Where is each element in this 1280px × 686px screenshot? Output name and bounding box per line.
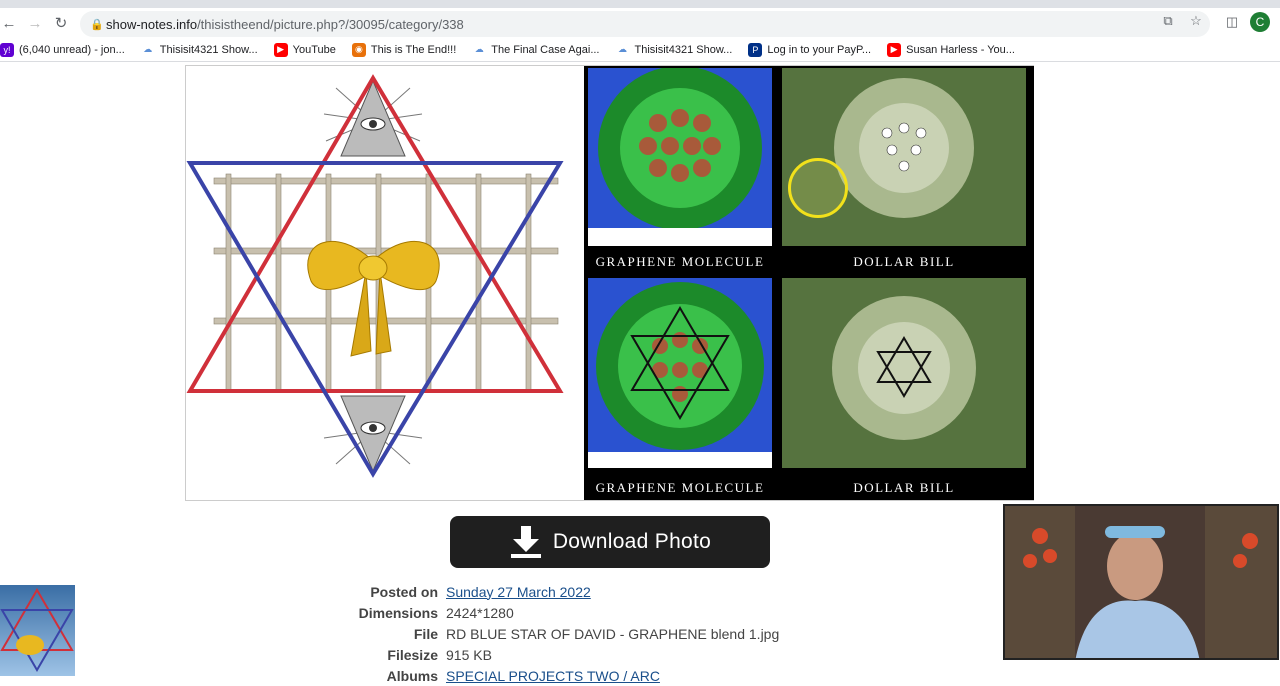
star-of-david-image: [186, 66, 582, 500]
toolbar: ← → ↻ 🔒 show-notes.info/thisistheend/pic…: [0, 8, 1280, 38]
side-panel-icon[interactable]: ◫: [1222, 12, 1242, 32]
photo-metadata: Posted on Sunday 27 March 2022 Dimension…: [300, 581, 780, 686]
bookmark-item[interactable]: y! (6,040 unread) - jon...: [0, 42, 125, 57]
lock-icon: 🔒: [90, 18, 104, 31]
url-domain: show-notes.info: [106, 16, 198, 32]
bookmark-item[interactable]: ☁ Thisisit4321 Show...: [141, 43, 258, 57]
sunburst-top-icon: [323, 76, 423, 157]
download-photo-label: Download Photo: [552, 530, 712, 553]
caption-top-left: GRAPHENE MOLECULE: [595, 254, 765, 269]
webcam-overlay: [1003, 504, 1279, 660]
bookmark-label: Log in to your PayP...: [767, 43, 872, 56]
paypal-icon: P: [748, 42, 763, 57]
meta-label: File: [413, 625, 438, 642]
meta-label: Filesize: [387, 646, 438, 663]
forward-icon[interactable]: →: [22, 10, 48, 36]
bookmarks-bar: y! (6,040 unread) - jon... ☁ Thisisit4321 S…: [0, 38, 1280, 62]
posted-date-link[interactable]: Sunday 27 March 2022: [446, 584, 591, 600]
meta-posted-row: Posted on Sunday 27 March 2022: [300, 581, 779, 602]
share-icon[interactable]: ⧉: [1158, 11, 1178, 31]
download-icon: [510, 526, 541, 558]
address-bar[interactable]: 🔒 show-notes.info/thisistheend/picture.p…: [80, 11, 1210, 37]
meta-file-row: File RD BLUE STAR OF DAVID - GRAPHENE bl…: [300, 623, 779, 644]
sunburst-bottom-icon: [323, 395, 423, 476]
download-photo-button[interactable]: Download Photo: [450, 516, 770, 568]
cloud-icon: ☁: [143, 44, 153, 54]
meta-value: RD BLUE STAR OF DAVID - GRAPHENE blend 1…: [446, 625, 780, 642]
tab-strip: [0, 0, 1280, 8]
crucifix-grid: [213, 173, 559, 391]
bookmark-label: Thisisit4321 Show...: [634, 43, 733, 56]
meta-label: Dimensions: [358, 604, 438, 621]
bookmark-label: (6,040 unread) - jon...: [19, 43, 125, 56]
graphene-bottom-image: [588, 278, 772, 468]
cloud-icon: ☁: [618, 44, 627, 54]
bookmark-label: Thisisit4321 Show...: [159, 43, 258, 56]
caption-bottom-right: DOLLAR BILL: [853, 480, 955, 495]
bookmark-star-icon[interactable]: ☆: [1186, 11, 1206, 31]
dollar-bill-bottom-image: [782, 278, 1026, 468]
meta-label: Posted on: [370, 583, 438, 600]
back-icon[interactable]: ←: [0, 10, 22, 36]
bookmark-item[interactable]: ◉ This is The End!!!: [351, 42, 457, 57]
cursor-highlight: [788, 158, 848, 218]
page-content: GRAPHENE MOLECULE DOLLAR BILL GRAPHENE M…: [0, 63, 1280, 684]
bookmark-item[interactable]: ☁ The Final Case Agai...: [472, 43, 600, 57]
cloud-icon: ☁: [474, 44, 484, 54]
caption-bottom-left: GRAPHENE MOLECULE: [595, 480, 765, 495]
bookmark-label: YouTube: [292, 43, 336, 56]
youtube-icon: ▶: [887, 42, 902, 57]
url-path: /thisistheend/picture.php?/30095/categor…: [197, 16, 464, 32]
caption-top-right: DOLLAR BILL: [853, 254, 955, 269]
bookmark-item[interactable]: P Log in to your PayP...: [748, 42, 872, 57]
reload-icon[interactable]: ↻: [48, 10, 74, 36]
meta-dimensions-row: Dimensions 2424*1280: [300, 602, 779, 623]
bookmark-label: Susan Harless - You...: [906, 43, 1015, 56]
meta-filesize-row: Filesize 915 KB: [300, 644, 779, 665]
dollar-bill-top-image: [782, 68, 1026, 246]
graphene-top-image: [588, 68, 772, 246]
thumbnail-image[interactable]: [0, 585, 75, 676]
yahoo-mail-icon: y!: [0, 42, 14, 57]
bookmark-item[interactable]: ▶ YouTube: [273, 42, 336, 57]
meta-value: 915 KB: [446, 646, 492, 663]
comparison-grid: GRAPHENE MOLECULE DOLLAR BILL GRAPHENE M…: [584, 66, 1034, 500]
site-icon: ◉: [351, 42, 366, 57]
bookmark-label: The Final Case Agai...: [491, 43, 600, 56]
profile-avatar[interactable]: C: [1250, 12, 1270, 32]
photo-frame: GRAPHENE MOLECULE DOLLAR BILL GRAPHENE M…: [185, 65, 1034, 501]
bookmark-item[interactable]: ▶ Susan Harless - You...: [887, 42, 1015, 57]
bookmark-label: This is The End!!!: [370, 43, 457, 56]
meta-value: 2424*1280: [446, 604, 514, 621]
bookmark-item[interactable]: ☁ Thisisit4321 Show...: [616, 43, 733, 57]
youtube-icon: ▶: [273, 42, 288, 57]
